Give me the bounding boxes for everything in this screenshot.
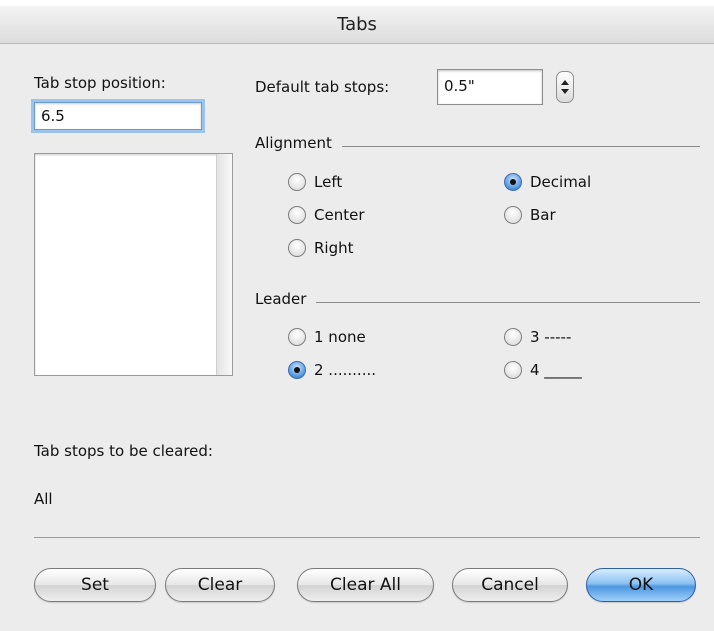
radio-button-icon[interactable] <box>504 206 522 224</box>
alignment-left-label: Left <box>314 173 343 191</box>
cancel-button[interactable]: Cancel <box>452 568 568 602</box>
dialog-title: Tabs <box>0 6 714 44</box>
clear-button[interactable]: Clear <box>165 568 275 602</box>
default-tab-stops-input[interactable]: 0.5" <box>437 69 543 105</box>
leader-2-radio[interactable]: 2 .......... <box>288 361 376 379</box>
radio-selected-icon[interactable] <box>288 361 306 379</box>
leader-3-radio[interactable]: 3 ----- <box>504 328 571 346</box>
radio-button-icon[interactable] <box>504 328 522 346</box>
alignment-right-label: Right <box>314 239 354 257</box>
radio-button-icon[interactable] <box>288 328 306 346</box>
tab-stops-cleared-value: All <box>34 490 53 508</box>
radio-button-icon[interactable] <box>288 239 306 257</box>
alignment-right-radio[interactable]: Right <box>288 239 354 257</box>
leader-group-label: Leader <box>255 290 307 308</box>
radio-button-icon[interactable] <box>288 173 306 191</box>
stepper-up-icon[interactable] <box>561 80 569 85</box>
leader-3-label: 3 ----- <box>530 328 572 346</box>
alignment-left-radio[interactable]: Left <box>288 173 342 191</box>
tab-stop-list[interactable] <box>34 153 233 376</box>
set-button[interactable]: Set <box>34 568 156 602</box>
radio-button-icon[interactable] <box>288 206 306 224</box>
tab-stop-position-label: Tab stop position: <box>34 74 166 92</box>
leader-4-label: 4 _____ <box>530 361 582 379</box>
button-row-divider <box>34 537 700 538</box>
alignment-center-label: Center <box>314 206 365 224</box>
alignment-decimal-label: Decimal <box>530 173 592 191</box>
clear-all-button[interactable]: Clear All <box>297 568 434 602</box>
tab-stop-position-input[interactable]: 6.5 <box>34 102 202 130</box>
leader-1-radio[interactable]: 1 none <box>288 328 366 346</box>
leader-group-divider <box>316 302 700 303</box>
alignment-group-divider <box>342 146 700 147</box>
alignment-decimal-radio[interactable]: Decimal <box>504 173 591 191</box>
alignment-center-radio[interactable]: Center <box>288 206 365 224</box>
alignment-bar-radio[interactable]: Bar <box>504 206 556 224</box>
radio-selected-icon[interactable] <box>504 173 522 191</box>
tab-stops-cleared-label: Tab stops to be cleared: <box>34 442 213 460</box>
leader-2-label: 2 .......... <box>314 361 376 379</box>
leader-4-radio[interactable]: 4 _____ <box>504 361 582 379</box>
radio-button-icon[interactable] <box>504 361 522 379</box>
tab-stop-list-scrollbar[interactable] <box>216 154 232 375</box>
ok-button[interactable]: OK <box>586 568 696 602</box>
leader-1-label: 1 none <box>314 328 366 346</box>
stepper-down-icon[interactable] <box>561 89 569 94</box>
alignment-bar-label: Bar <box>530 206 556 224</box>
default-tab-stops-stepper[interactable] <box>556 71 574 103</box>
alignment-group-label: Alignment <box>255 134 332 152</box>
default-tab-stops-label: Default tab stops: <box>255 78 390 96</box>
